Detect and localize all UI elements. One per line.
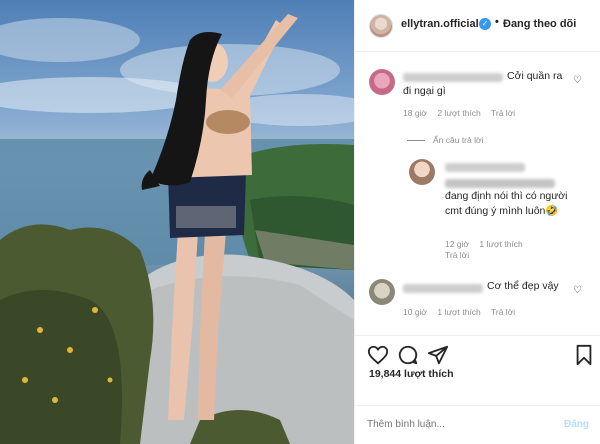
comment-text: đang định nói thì có người cmt đúng ý mì… [445,190,568,217]
reply-button[interactable]: Trả lời [491,108,515,118]
hide-replies-button[interactable]: Ẩn câu trả lời [407,135,483,145]
comment-likes[interactable]: 1 lượt thích [479,239,522,249]
comment-time[interactable]: 18 giờ [403,108,427,118]
avatar[interactable] [369,279,395,305]
commenter-username[interactable] [403,284,483,293]
heart-icon[interactable] [367,344,389,366]
bookmark-icon[interactable] [573,344,595,366]
comment-likes[interactable]: 1 lượt thích [437,307,480,317]
likes-count[interactable]: 19,844 lượt thích [369,368,454,380]
comment-meta: 12 giờ 1 lượt thích [445,239,531,249]
separator-dot: • [495,16,499,28]
comment-text: Cởi quần ra đi ngại gì [403,70,563,97]
comment-meta: 18 giờ 2 lượt thích Trả lời [403,108,523,118]
heart-icon[interactable]: ♡ [573,75,582,86]
heart-icon[interactable]: ♡ [573,285,582,296]
comment-text: Cơ thể đẹp vậy [487,280,559,292]
avatar[interactable] [369,14,393,38]
photo-scene [0,14,354,444]
add-comment-bar: Đăng [355,405,600,444]
commenter-username[interactable] [445,163,525,172]
send-icon[interactable] [427,344,449,366]
comment-input[interactable] [367,419,537,430]
reply-button[interactable]: Trả lời [445,250,469,260]
avatar[interactable] [409,159,435,185]
comment-time[interactable]: 12 giờ [445,239,469,249]
comment-item: Cởi quần ra đi ngại gì 18 giờ 2 lượt thí… [355,53,600,133]
divider [407,140,425,142]
username-link[interactable]: ellytran.official [401,18,479,30]
post-comment-button[interactable]: Đăng [564,419,589,430]
verified-badge-icon: ✓ [479,18,491,30]
comment-likes[interactable]: 2 lượt thích [437,108,480,118]
comment-time[interactable]: 10 giờ [403,307,427,317]
post-header: ellytran.official ✓ • Đang theo dõi [355,0,600,52]
hide-replies-label: Ẩn câu trả lời [433,135,484,145]
avatar[interactable] [369,69,395,95]
post-photo[interactable] [0,0,354,444]
commenter-mention[interactable] [445,179,555,188]
post-side-panel: ellytran.official ✓ • Đang theo dõi Cởi … [354,0,600,444]
comment-icon[interactable] [397,344,419,366]
comment-item: Cơ thể đẹp vậy 10 giờ 1 lượt thích Trả l… [355,275,600,335]
comments-list[interactable]: Cởi quần ra đi ngại gì 18 giờ 2 lượt thí… [355,53,600,335]
comment-reply: đang định nói thì có người cmt đúng ý mì… [355,153,600,263]
following-button[interactable]: Đang theo dõi [503,18,576,30]
post-actions: 19,844 lượt thích [355,335,600,405]
comment-meta: 10 giờ 1 lượt thích Trả lời [403,307,523,317]
reply-button[interactable]: Trả lời [491,307,515,317]
